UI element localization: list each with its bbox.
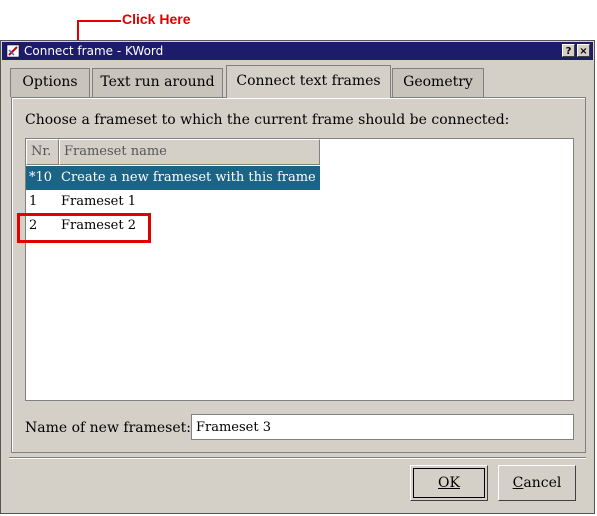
column-header-nr[interactable]: Nr. bbox=[26, 139, 59, 165]
tab-connect-text-frames[interactable]: Connect text frames bbox=[226, 65, 391, 98]
annotation-highlight-box bbox=[17, 213, 151, 243]
close-button[interactable]: × bbox=[577, 44, 590, 57]
row-name: Frameset 1 bbox=[61, 194, 136, 209]
separator bbox=[9, 457, 586, 459]
connect-frame-dialog: Connect frame - KWord ? × Options Text r… bbox=[0, 40, 595, 514]
new-frameset-name-input[interactable] bbox=[191, 414, 574, 440]
list-item[interactable]: *10 Create a new frameset with this fram… bbox=[26, 166, 320, 190]
tab-text-run-around[interactable]: Text run around bbox=[92, 68, 223, 97]
tab-options[interactable]: Options bbox=[10, 68, 90, 97]
help-button[interactable]: ? bbox=[562, 44, 575, 57]
cancel-button-mnemonic: C bbox=[512, 475, 524, 491]
frameset-list[interactable]: Nr. Frameset name *10 Create a new frame… bbox=[25, 138, 574, 401]
new-frameset-label: Name of new frameset: bbox=[25, 420, 191, 436]
window-title: Connect frame - KWord bbox=[24, 44, 164, 58]
list-item[interactable]: 1 Frameset 1 bbox=[26, 190, 573, 214]
cancel-button[interactable]: Cancel bbox=[498, 465, 576, 501]
title-bar[interactable]: Connect frame - KWord ? × bbox=[2, 42, 593, 60]
column-header-frameset-name[interactable]: Frameset name bbox=[59, 139, 320, 165]
annotation-line-horizontal bbox=[77, 20, 121, 22]
row-nr: 1 bbox=[29, 194, 38, 209]
cancel-button-label: ancel bbox=[523, 475, 562, 491]
annotation-label: Click Here bbox=[122, 11, 191, 27]
kword-app-icon bbox=[6, 44, 20, 58]
row-name: Create a new frameset with this frame bbox=[61, 170, 316, 185]
instruction-text: Choose a frameset to which the current f… bbox=[25, 112, 510, 128]
tab-geometry[interactable]: Geometry bbox=[392, 68, 484, 97]
ok-button[interactable]: OK bbox=[410, 465, 488, 501]
row-nr: *10 bbox=[29, 170, 53, 185]
ok-button-label: OK bbox=[438, 475, 460, 491]
